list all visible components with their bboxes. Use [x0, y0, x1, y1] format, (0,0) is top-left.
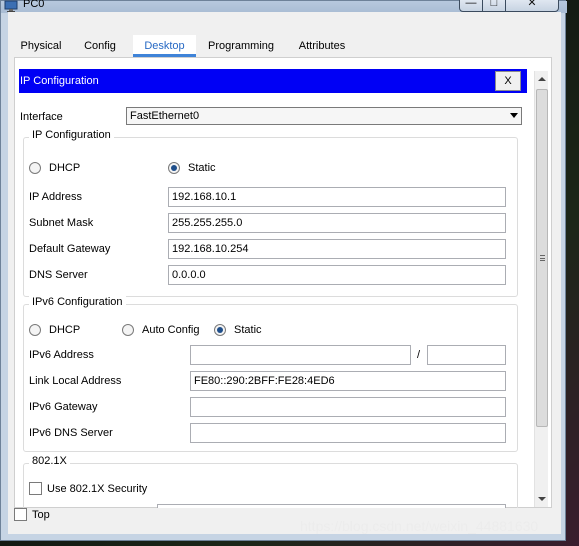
ipv4-group: IP Configuration DHCP Static IP Address … [23, 129, 518, 297]
ipv6-dhcp-radio[interactable] [29, 324, 41, 336]
ipv4-dhcp-radio[interactable] [29, 162, 41, 174]
link-local-field[interactable]: FE80::290:2BFF:FE28:4ED6 [190, 371, 506, 391]
vertical-scrollbar[interactable] [534, 71, 548, 507]
ipv4-group-title: IP Configuration [29, 129, 114, 141]
dot1x-method-field[interactable] [157, 504, 506, 508]
maximize-icon: □ [490, 0, 498, 9]
dot1x-group: 802.1X Use 802.1X Security [23, 455, 518, 508]
interface-select[interactable]: FastEthernet0 [126, 107, 522, 125]
tab-config[interactable]: Config [80, 35, 120, 57]
dns-server-label: DNS Server [29, 269, 88, 281]
prefix-separator: / [417, 349, 421, 361]
ipv6-static-label: Static [234, 324, 262, 336]
app-window: PC0 — □ ✕ Physical Config Desktop Progra… [0, 0, 567, 541]
default-gateway-label: Default Gateway [29, 243, 111, 255]
grip-icon [540, 255, 545, 261]
top-label: Top [32, 509, 50, 521]
ipv4-dhcp-label: DHCP [49, 162, 81, 174]
ip-config-header: IP Configuration X [19, 69, 527, 93]
ipv6-address-label: IPv6 Address [29, 349, 94, 361]
ipv6-gateway-label: IPv6 Gateway [29, 401, 98, 413]
use-8021x-checkbox[interactable] [29, 482, 42, 495]
subnet-mask-field[interactable]: 255.255.255.0 [168, 213, 506, 233]
close-icon: ✕ [527, 0, 537, 9]
scroll-thumb[interactable] [536, 89, 548, 427]
ipv6-auto-config-radio[interactable] [122, 324, 134, 336]
close-window-button[interactable]: ✕ [505, 0, 559, 12]
subnet-mask-label: Subnet Mask [29, 217, 94, 229]
ipv6-gateway-field[interactable] [190, 397, 506, 417]
ipv6-auto-config-label: Auto Config [142, 324, 200, 336]
interface-label: Interface [20, 111, 63, 123]
window-content: Physical Config Desktop Programming Attr… [8, 12, 561, 534]
ip-address-label: IP Address [29, 191, 82, 203]
tab-attributes[interactable]: Attributes [289, 35, 355, 57]
maximize-button[interactable]: □ [482, 0, 506, 12]
ipv4-static-radio[interactable] [168, 162, 180, 174]
ipv6-dhcp-label: DHCP [49, 324, 81, 336]
window-title: PC0 [23, 0, 45, 10]
ip-config-close-button[interactable]: X [495, 71, 521, 91]
minimize-icon: — [465, 0, 477, 9]
ipv6-dns-field[interactable] [190, 423, 506, 443]
ipv6-group: IPv6 Configuration DHCP Auto Config Stat… [23, 296, 518, 452]
scroll-up-icon[interactable] [538, 77, 546, 81]
minimize-button[interactable]: — [459, 0, 483, 12]
ip-address-field[interactable]: 192.168.10.1 [168, 187, 506, 207]
tab-physical[interactable]: Physical [18, 35, 64, 57]
interface-value: FastEthernet0 [130, 110, 200, 122]
use-8021x-label: Use 802.1X Security [47, 483, 148, 495]
scroll-down-icon[interactable] [538, 497, 546, 501]
ipv6-prefix-field[interactable] [427, 345, 506, 365]
link-local-label: Link Local Address [29, 375, 122, 387]
ipv6-address-field[interactable] [190, 345, 411, 365]
top-checkbox[interactable] [14, 508, 27, 521]
tab-programming[interactable]: Programming [206, 35, 276, 57]
ipv6-dns-label: IPv6 DNS Server [29, 427, 113, 439]
ip-config-title: IP Configuration [20, 75, 99, 87]
chevron-down-icon [510, 113, 518, 118]
dot1x-group-title: 802.1X [29, 455, 70, 467]
watermark-text: https://blog.csdn.net/weixin_44881630 [300, 518, 539, 534]
ip-config-scroll-area: IP Configuration X Interface FastEtherne… [19, 68, 527, 508]
ipv6-static-radio[interactable] [214, 324, 226, 336]
dns-server-field[interactable]: 0.0.0.0 [168, 265, 506, 285]
ipv4-static-label: Static [188, 162, 216, 174]
tab-desktop[interactable]: Desktop [133, 35, 196, 57]
ipv6-group-title: IPv6 Configuration [29, 296, 126, 308]
default-gateway-field[interactable]: 192.168.10.254 [168, 239, 506, 259]
